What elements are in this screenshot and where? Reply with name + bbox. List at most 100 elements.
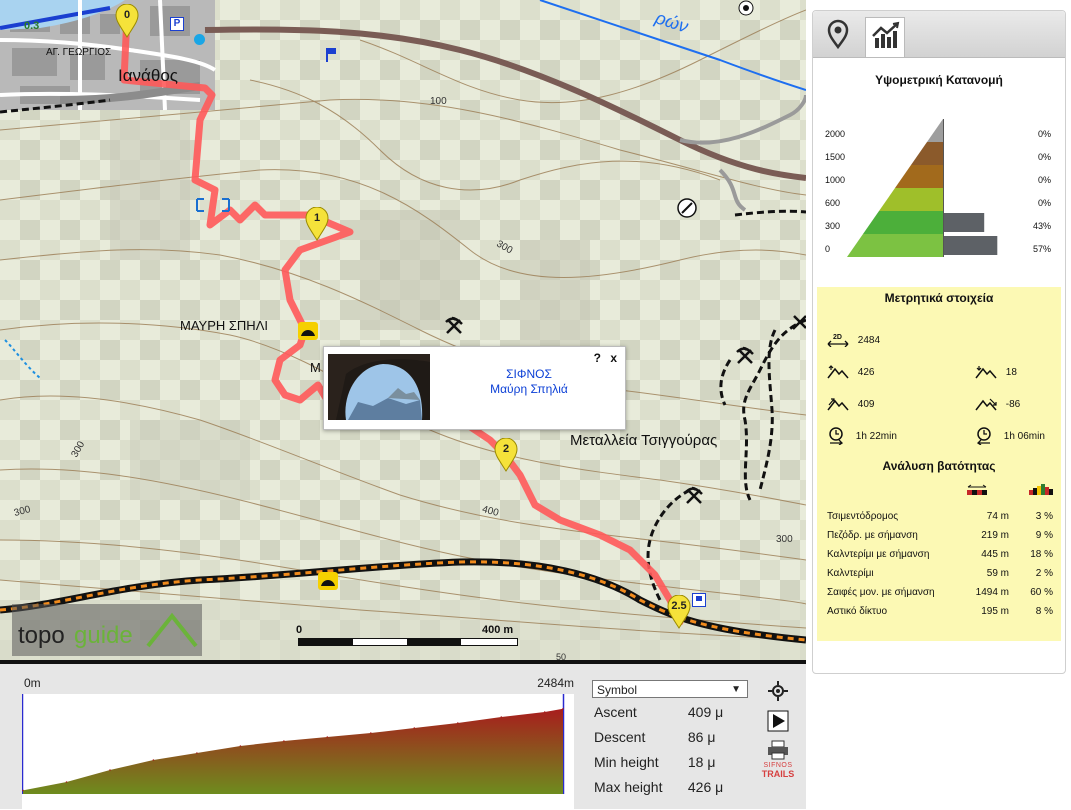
clock-back-icon <box>976 427 991 446</box>
trail-map[interactable]: 0.3 ΑΓ. ΓΕΩΡΓΙΟΣ Ιανάθος ρών ΜΑΥΡΗ ΣΠΗΛΙ… <box>0 0 806 660</box>
stat-label: Max height <box>594 779 663 795</box>
peak-down-icon <box>975 366 997 379</box>
mine-icon[interactable] <box>684 486 704 506</box>
waypoint-pin[interactable]: 1 <box>305 207 329 241</box>
popup-title[interactable]: ΣΙΦΝΟΣ Μαύρη Σπηλιά <box>439 367 619 397</box>
x-axis-start-label: 0m <box>24 676 41 690</box>
brand-line2: TRAILS <box>761 769 795 779</box>
popup-title-line2[interactable]: Μαύρη Σπηλιά <box>439 382 619 397</box>
trail-type-row: Πεζόδρ. με σήμανση 219 m 9 % <box>827 530 1057 548</box>
sifnos-trails-logo: SIFNOS TRAILS <box>760 762 796 779</box>
village-label: Ιανάθος <box>118 66 178 85</box>
altitude-distribution-chart: 2000 0% 1500 0% 1000 0% 600 0% 300 43% 0… <box>813 119 1065 259</box>
distance-metric: 2D 2484 <box>827 333 881 348</box>
flag-icon[interactable] <box>326 48 336 62</box>
trail-type-distance: 219 m <box>981 530 1009 541</box>
altitude-percent: 0% <box>1037 152 1051 162</box>
elevation-point <box>239 745 242 747</box>
time-back-metric: 1h 06min <box>975 427 1045 446</box>
mine-icon[interactable] <box>735 346 755 366</box>
elevation-point <box>196 752 198 754</box>
trail-type-percent: 8 % <box>1035 606 1053 617</box>
cave-icon[interactable] <box>318 572 338 590</box>
trail-type-percent: 2 % <box>1035 568 1053 579</box>
waypoint-pin[interactable]: 0 <box>115 4 139 38</box>
chapel-icon[interactable] <box>738 0 754 16</box>
trail-type-name: Καλντερίμι <box>827 568 874 579</box>
distance-2d-icon: 2D <box>827 334 849 348</box>
popup-controls: ? x <box>594 351 617 365</box>
play-icon[interactable] <box>766 710 790 737</box>
altitude-level-label: 0 <box>825 244 831 254</box>
elevation-point <box>109 769 111 771</box>
parking-icon[interactable]: P <box>170 17 184 31</box>
topoguide-logo: topo guide <box>12 604 202 656</box>
mine-icon[interactable] <box>444 316 464 336</box>
metrics-section: Μετρητικά στοιχεία 2D 2484 426 18 409 -8… <box>817 287 1061 455</box>
popup-title-line1[interactable]: ΣΙΦΝΟΣ <box>439 367 619 382</box>
altitude-percent: 0% <box>1037 198 1051 208</box>
elevation-point <box>500 716 503 718</box>
contour-label: 50 <box>556 652 567 660</box>
tab-location[interactable] <box>819 17 859 57</box>
waypoint-number: 2.5 <box>671 600 687 612</box>
flag-icon[interactable] <box>692 593 706 607</box>
distance-value: 2484 <box>857 334 881 346</box>
stat-label: Ascent <box>594 704 637 720</box>
symbol-dropdown-value: Symbol <box>597 683 638 697</box>
logo-text-guide: guide <box>74 622 133 649</box>
mine-icon[interactable] <box>790 312 806 332</box>
compass-icon[interactable] <box>677 198 697 218</box>
descent-row: Descent 86 μ <box>594 729 715 745</box>
tab-elevation[interactable] <box>865 17 905 57</box>
waypoint-pin[interactable]: 2 <box>494 438 518 472</box>
symbol-dropdown[interactable]: Symbol ▼ <box>592 680 748 698</box>
elevation-point <box>413 727 416 729</box>
elevation-point <box>283 740 285 742</box>
locate-icon[interactable] <box>766 680 790 707</box>
altitude-row: 1000 0% <box>825 175 1051 195</box>
min-altitude-value: 18 <box>1005 366 1017 378</box>
altitude-row: 600 0% <box>825 198 1051 218</box>
trail-type-row: Σαιφές μον. με σήμανση 1494 m 60 % <box>827 587 1057 605</box>
max-height-row: Max height 426 μ <box>594 779 723 795</box>
time-back-value: 1h 06min <box>1003 430 1045 442</box>
time-forward-metric: 1h 22min <box>827 427 897 446</box>
stat-label: Descent <box>594 729 646 745</box>
map-background <box>0 0 806 660</box>
popup-help-button[interactable]: ? <box>594 351 601 365</box>
altitude-level-label: 1000 <box>825 175 846 185</box>
elevation-chart[interactable]: 0m 2484m <box>22 676 574 810</box>
road-number-label: 0.3 <box>24 20 40 32</box>
stat-value: 426 μ <box>687 779 724 795</box>
metrics-title: Μετρητικά στοιχεία <box>884 291 994 305</box>
bus-stop-icon[interactable] <box>194 34 205 45</box>
altitude-distribution-title: Υψομετρική Κατανομή <box>875 73 1003 87</box>
viewpoint-icon[interactable] <box>196 198 230 212</box>
altitude-row: 300 43% <box>825 221 1051 241</box>
x-axis-end-label: 2484m <box>537 676 574 690</box>
trail-type-percent: 60 % <box>1030 587 1053 598</box>
chart-trend-icon <box>872 21 900 48</box>
altitude-level-label: 600 <box>825 198 841 208</box>
elevation-point <box>562 708 564 710</box>
map-pin-icon <box>827 19 849 50</box>
elevation-profile-bar: 0m 2484m Symbol ▼ Ascent 409 μ Descent 8… <box>0 660 806 810</box>
waypoint-pin[interactable]: 2.5 <box>667 595 691 629</box>
altitude-percent: 57% <box>1032 244 1051 254</box>
trail-type-distance: 195 m <box>981 606 1009 617</box>
trail-analysis-title: Ανάλυση βατότητας <box>882 459 996 473</box>
elevation-plot[interactable] <box>22 694 574 810</box>
stat-value: 18 μ <box>687 754 716 770</box>
popup-close-button[interactable]: x <box>610 351 617 365</box>
elevation-point <box>543 711 546 713</box>
trail-type-distance: 74 m <box>986 511 1009 522</box>
stat-value: 409 μ <box>687 704 724 720</box>
ascent-value: 409 <box>857 398 875 410</box>
clock-forward-icon <box>829 427 844 446</box>
poi-popup[interactable]: ΣΙΦΝΟΣ Μαύρη Σπηλιά ? x <box>323 346 626 430</box>
trail-type-name: Σαιφές μον. με σήμανση <box>827 587 935 598</box>
cave-icon[interactable] <box>298 322 318 340</box>
ascent-icon <box>827 398 849 411</box>
cave-label-partial: Μ <box>310 360 321 375</box>
